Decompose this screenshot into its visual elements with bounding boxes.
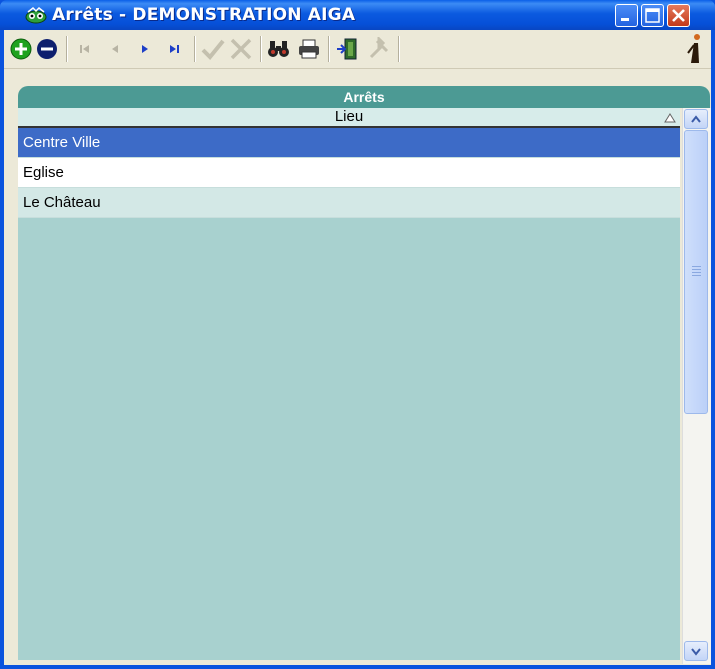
toolbar-separator: [260, 36, 262, 62]
table-row[interactable]: Le Château: [18, 188, 680, 218]
table-row[interactable]: Eglise: [18, 158, 680, 188]
exit-button[interactable]: [334, 36, 360, 62]
print-button[interactable]: [296, 36, 322, 62]
app-logo-icon: [25, 6, 47, 24]
cross-icon: [230, 38, 252, 60]
search-button[interactable]: [266, 36, 292, 62]
exit-door-icon: [337, 38, 357, 60]
check-icon: [201, 39, 225, 60]
cell-lieu: Centre Ville: [23, 134, 101, 151]
toolbar-separator: [194, 36, 196, 62]
stops-table: Centre Ville Eglise Le Château: [18, 128, 680, 660]
app-window: Arrêts - DEMONSTRATION AIGA Arrêts Lieu …: [0, 0, 715, 669]
binoculars-icon: [268, 41, 289, 57]
sort-ascending-icon: [664, 111, 676, 123]
tools-button[interactable]: [366, 36, 392, 62]
close-icon: [672, 9, 685, 22]
thumb-grip: [692, 275, 701, 276]
scroll-up-button[interactable]: [684, 109, 708, 129]
toolbar-separator: [398, 36, 400, 62]
scroll-thumb[interactable]: [684, 130, 708, 414]
next-record-button[interactable]: [132, 36, 158, 62]
pointer-figure-icon: [687, 34, 700, 63]
thumb-grip: [692, 272, 701, 273]
stops-panel: Arrêts Lieu Centre Ville Eglise Le Châte…: [18, 86, 713, 664]
add-button[interactable]: [8, 36, 34, 62]
cell-lieu: Eglise: [23, 164, 64, 181]
tools-icon: [369, 37, 389, 59]
first-record-icon: [80, 45, 89, 53]
printer-icon: [299, 39, 319, 59]
last-record-button[interactable]: [162, 36, 188, 62]
previous-record-button[interactable]: [102, 36, 128, 62]
scroll-down-button[interactable]: [684, 641, 708, 661]
next-record-icon: [142, 45, 148, 53]
column-header-lieu[interactable]: Lieu: [18, 108, 680, 128]
last-record-icon: [170, 45, 179, 53]
minimize-button[interactable]: [615, 4, 638, 27]
cancel-button[interactable]: [228, 36, 254, 62]
help-figure[interactable]: [680, 33, 706, 65]
column-header-label: Lieu: [334, 108, 364, 125]
toolbar-separator: [66, 36, 68, 62]
close-button[interactable]: [667, 4, 690, 27]
minus-circle-icon: [37, 39, 57, 59]
first-record-button[interactable]: [72, 36, 98, 62]
thumb-grip: [692, 266, 701, 267]
panel-title: Arrêts: [18, 86, 710, 108]
cell-lieu: Le Château: [23, 194, 101, 211]
chevron-down-icon: [691, 648, 701, 656]
vertical-scrollbar[interactable]: [682, 108, 711, 664]
table-row[interactable]: Centre Ville: [18, 128, 680, 158]
maximize-icon: [645, 8, 660, 23]
validate-button[interactable]: [200, 36, 226, 62]
chevron-up-icon: [691, 115, 701, 123]
thumb-grip: [692, 269, 701, 270]
title-bar[interactable]: Arrêts - DEMONSTRATION AIGA: [0, 0, 715, 30]
maximize-button[interactable]: [641, 4, 664, 27]
minimize-icon: [621, 18, 629, 21]
plus-circle-icon: [10, 38, 32, 60]
delete-button[interactable]: [34, 36, 60, 62]
previous-record-icon: [112, 45, 118, 53]
toolbar-separator: [328, 36, 330, 62]
window-title: Arrêts - DEMONSTRATION AIGA: [52, 5, 356, 25]
toolbar: [4, 30, 711, 69]
